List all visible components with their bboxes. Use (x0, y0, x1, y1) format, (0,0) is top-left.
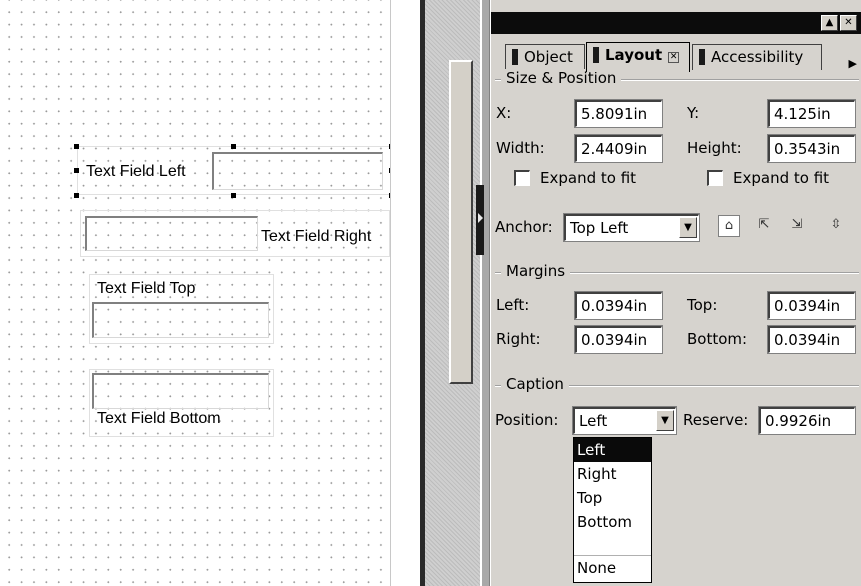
caption-title: Caption (501, 375, 569, 393)
anchor-value: Top Left (570, 219, 629, 237)
dropdown-separator (574, 534, 651, 556)
margin-top-label: Top: (687, 296, 718, 314)
canvas-margin (390, 0, 420, 586)
width-field[interactable]: 2.4409in (575, 135, 662, 162)
panel-titlebar[interactable]: ▲ ✕ (491, 12, 861, 34)
expand-height-checkbox[interactable] (707, 170, 723, 186)
margin-bottom-label: Bottom: (687, 330, 748, 348)
expand-width-label: Expand to fit (540, 169, 637, 187)
margin-right-label: Right: (496, 330, 541, 348)
text-field-top-input[interactable] (92, 302, 269, 338)
tab-grip-icon (512, 49, 518, 65)
expand-width-checkbox[interactable] (514, 170, 530, 186)
anchor-select[interactable]: Top Left ▼ (564, 214, 699, 241)
design-canvas[interactable]: Text Field Left Text Field Right Text Fi… (0, 0, 394, 586)
text-field-bottom-caption: Text Field Bottom (97, 410, 221, 427)
panel-splitter[interactable] (482, 0, 490, 586)
width-label: Width: (496, 139, 545, 157)
tab-layout[interactable]: Layout ✕ (586, 42, 690, 72)
tab-object[interactable]: Object (505, 44, 585, 70)
close-icon[interactable]: ✕ (840, 15, 857, 31)
margin-bottom-field[interactable]: 0.0394in (768, 326, 855, 353)
tab-close-icon[interactable]: ✕ (668, 52, 680, 63)
height-field[interactable]: 0.3543in (768, 135, 855, 162)
anchor-label: Anchor: (495, 218, 553, 236)
chevron-down-icon[interactable]: ▼ (656, 410, 674, 431)
margin-left-field[interactable]: 0.0394in (575, 292, 662, 319)
caption-position-label: Position: (495, 411, 559, 429)
margin-left-label: Left: (496, 296, 530, 314)
vertical-scrollbar-thumb[interactable] (449, 60, 473, 384)
tab-grip-icon (699, 49, 705, 65)
text-field-top-caption: Text Field Top (97, 280, 196, 297)
properties-panel: ▲ ✕ Object Layout ✕ Accessibility ▶ Size … (490, 0, 861, 586)
margin-top-field[interactable]: 0.0394in (768, 292, 855, 319)
tab-object-label: Object (524, 48, 573, 66)
text-field-right-caption: Text Field Right (261, 228, 372, 245)
x-label: X: (496, 104, 512, 122)
dropdown-option-left[interactable]: Left (574, 438, 651, 462)
dropdown-option-none[interactable]: None (574, 556, 651, 580)
reserve-field[interactable]: 0.9926in (759, 407, 855, 434)
anchor-top-left-icon[interactable]: ⌂ (718, 215, 740, 237)
anchor-bottom-left-icon[interactable]: ⇲ (786, 215, 808, 237)
text-field-left-caption: Text Field Left (86, 163, 186, 180)
selection-handle-top-left[interactable] (74, 144, 79, 149)
selection-handle-bottom-left[interactable] (74, 193, 79, 198)
text-field-bottom-input[interactable] (92, 373, 269, 409)
tab-accessibility-label: Accessibility (711, 48, 804, 66)
up-arrow-icon[interactable]: ▲ (821, 15, 838, 31)
dropdown-option-top[interactable]: Top (574, 486, 651, 510)
selection-handle-bottom-middle[interactable] (231, 193, 236, 198)
y-label: Y: (687, 104, 700, 122)
anchor-bottom-right-icon[interactable]: ⇳ (825, 215, 847, 237)
tab-layout-label: Layout (605, 46, 663, 64)
text-field-right-input[interactable] (85, 216, 258, 251)
tabs-overflow-icon[interactable]: ▶ (849, 57, 857, 70)
anchor-top-right-icon[interactable]: ⇱ (753, 215, 775, 237)
reserve-label: Reserve: (683, 411, 749, 429)
height-label: Height: (687, 139, 742, 157)
caption-section: Caption (495, 375, 859, 394)
panel-tabs: Object Layout ✕ Accessibility ▶ (491, 38, 861, 72)
collapse-arrow-icon (478, 213, 483, 223)
selection-handle-top-middle[interactable] (231, 144, 236, 149)
caption-position-select[interactable]: Left ▼ (573, 407, 676, 434)
x-field[interactable]: 5.8091in (575, 100, 662, 127)
dropdown-option-right[interactable]: Right (574, 462, 651, 486)
text-field-left-input[interactable] (212, 152, 383, 190)
tab-grip-icon (593, 47, 599, 63)
caption-position-dropdown: Left Right Top Bottom None (573, 437, 652, 583)
margins-title: Margins (501, 262, 571, 280)
dropdown-option-bottom[interactable]: Bottom (574, 510, 651, 534)
tab-accessibility[interactable]: Accessibility (692, 44, 822, 70)
margin-right-field[interactable]: 0.0394in (575, 326, 662, 353)
y-field[interactable]: 4.125in (768, 100, 855, 127)
expand-height-label: Expand to fit (733, 169, 830, 187)
selection-handle-middle-left[interactable] (74, 168, 79, 173)
caption-position-value: Left (579, 412, 608, 430)
margins-section: Margins (495, 262, 859, 281)
chevron-down-icon[interactable]: ▼ (679, 217, 697, 238)
size-position-section: Size & Position (495, 69, 859, 88)
